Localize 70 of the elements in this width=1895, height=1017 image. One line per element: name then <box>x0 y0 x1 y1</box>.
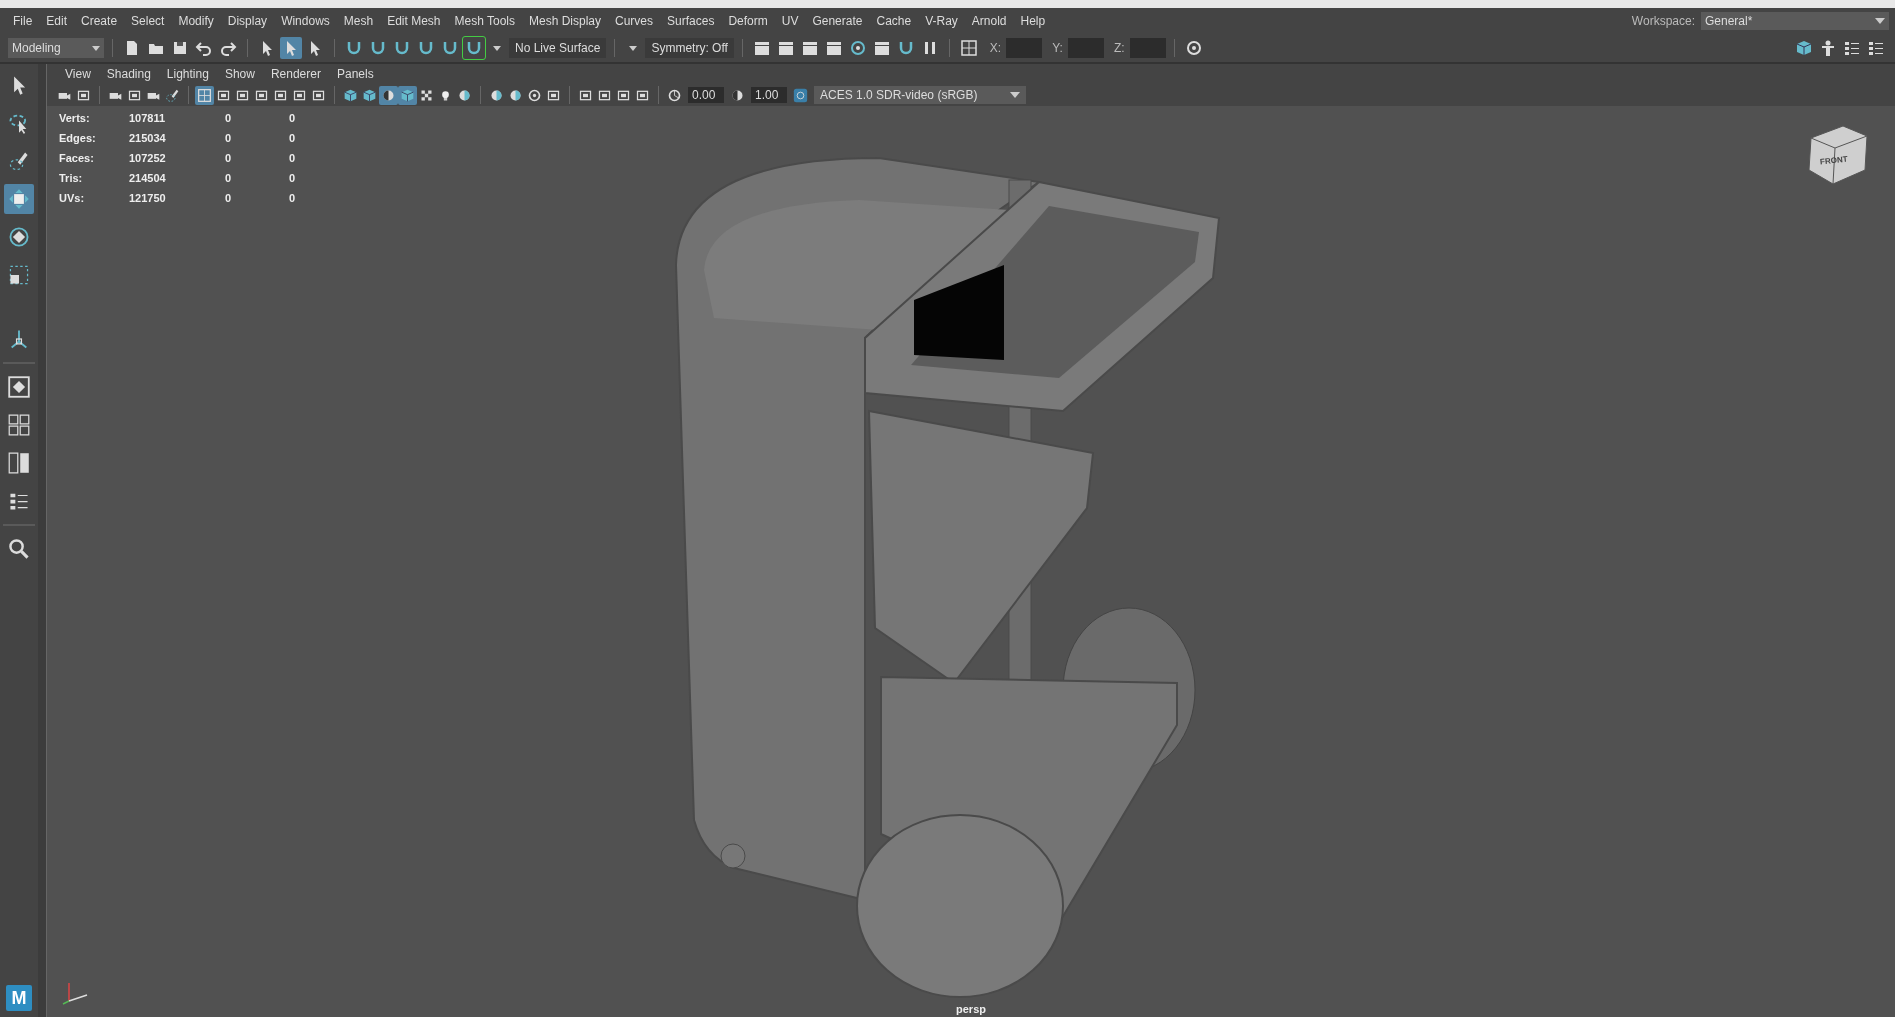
stat-value: 121750 <box>129 191 167 206</box>
exposure-field[interactable]: 0.00 <box>688 87 724 103</box>
color-space-dropdown[interactable]: ACES 1.0 SDR-video (sRGB) <box>814 86 1026 104</box>
live-surface-field[interactable]: No Live Surface <box>509 38 607 58</box>
menu-item[interactable]: File <box>6 14 40 28</box>
stat-label: Verts: <box>59 111 91 126</box>
menu-item[interactable]: Mesh <box>336 14 381 28</box>
wireframe-on-shaded-icon[interactable] <box>398 85 417 105</box>
panel-menu-item[interactable]: Shading <box>98 67 159 81</box>
x-field[interactable] <box>1006 38 1043 58</box>
app-logo[interactable]: M <box>6 985 32 1011</box>
menu-item[interactable]: Mesh Display <box>522 14 609 28</box>
menu-item[interactable]: V-Ray <box>918 14 965 28</box>
menu-item[interactable]: Mesh Tools <box>447 14 522 28</box>
menu-item[interactable]: Surfaces <box>660 14 722 28</box>
stat-value: 0 <box>225 111 233 126</box>
stat-value: 107811 <box>129 111 167 126</box>
caret-icon[interactable] <box>629 45 638 51</box>
panel-menu-item[interactable]: Lighting <box>158 67 217 81</box>
stat-value: 0 <box>289 171 297 186</box>
default-material-icon[interactable] <box>379 85 398 105</box>
stat-label: Faces: <box>59 151 95 166</box>
magnet-icon[interactable] <box>463 37 485 59</box>
menu-item[interactable]: Display <box>220 14 275 28</box>
symmetry-field[interactable]: Symmetry: Off <box>645 38 734 58</box>
camera-label: persp <box>956 1003 986 1015</box>
y-label: Y: <box>1052 41 1063 55</box>
menu-item[interactable]: Help <box>1013 14 1053 28</box>
stat-value: 215034 <box>129 131 167 146</box>
mode-dropdown[interactable]: Modeling <box>8 38 104 58</box>
grid-icon[interactable] <box>195 85 214 105</box>
stat-value: 0 <box>225 151 233 166</box>
stat-value: 0 <box>289 111 297 126</box>
caret-icon[interactable] <box>493 45 501 51</box>
menu-item[interactable]: Deform <box>721 14 775 28</box>
menu-item[interactable]: Curves <box>608 14 661 28</box>
menu-item[interactable]: Edit <box>39 14 75 28</box>
gamma-field[interactable]: 1.00 <box>751 87 787 103</box>
select-object-icon[interactable] <box>280 37 302 59</box>
stat-label: Tris: <box>59 171 84 186</box>
panel-menu-item[interactable]: View <box>57 67 99 81</box>
stat-value: 0 <box>225 131 233 146</box>
stat-value: 0 <box>289 151 297 166</box>
menu-item[interactable]: Select <box>124 14 172 28</box>
menu-item[interactable]: Modify <box>171 14 221 28</box>
menu-item[interactable]: UV <box>774 14 806 28</box>
stat-label: UVs: <box>59 191 86 206</box>
x-label: X: <box>989 41 1002 55</box>
stat-value: 0 <box>225 191 233 206</box>
stat-value: 0 <box>289 191 297 206</box>
menu-item[interactable]: Cache <box>869 14 919 28</box>
menu-item[interactable]: Windows <box>274 14 337 28</box>
z-label: Z: <box>1113 41 1125 55</box>
y-field[interactable] <box>1067 38 1104 58</box>
move-tool-icon[interactable] <box>4 184 34 214</box>
stat-value: 0 <box>289 131 297 146</box>
panel-menu-item[interactable]: Show <box>216 67 263 81</box>
menu-item[interactable]: Create <box>74 14 125 28</box>
panel-menu-item[interactable]: Panels <box>328 67 382 81</box>
stat-value: 107252 <box>129 151 167 166</box>
stat-value: 0 <box>225 171 233 186</box>
panel-menu-item[interactable]: Renderer <box>262 67 329 81</box>
stat-label: Edges: <box>59 131 97 146</box>
stat-value: 214504 <box>129 171 167 186</box>
menu-item[interactable]: Arnold <box>964 14 1014 28</box>
workspace-label: Workspace: <box>1631 14 1695 28</box>
z-field[interactable] <box>1129 38 1166 58</box>
menu-item[interactable]: Edit Mesh <box>380 14 448 28</box>
menu-item[interactable]: Generate <box>805 14 870 28</box>
workspace-dropdown[interactable]: General* <box>1701 12 1889 30</box>
